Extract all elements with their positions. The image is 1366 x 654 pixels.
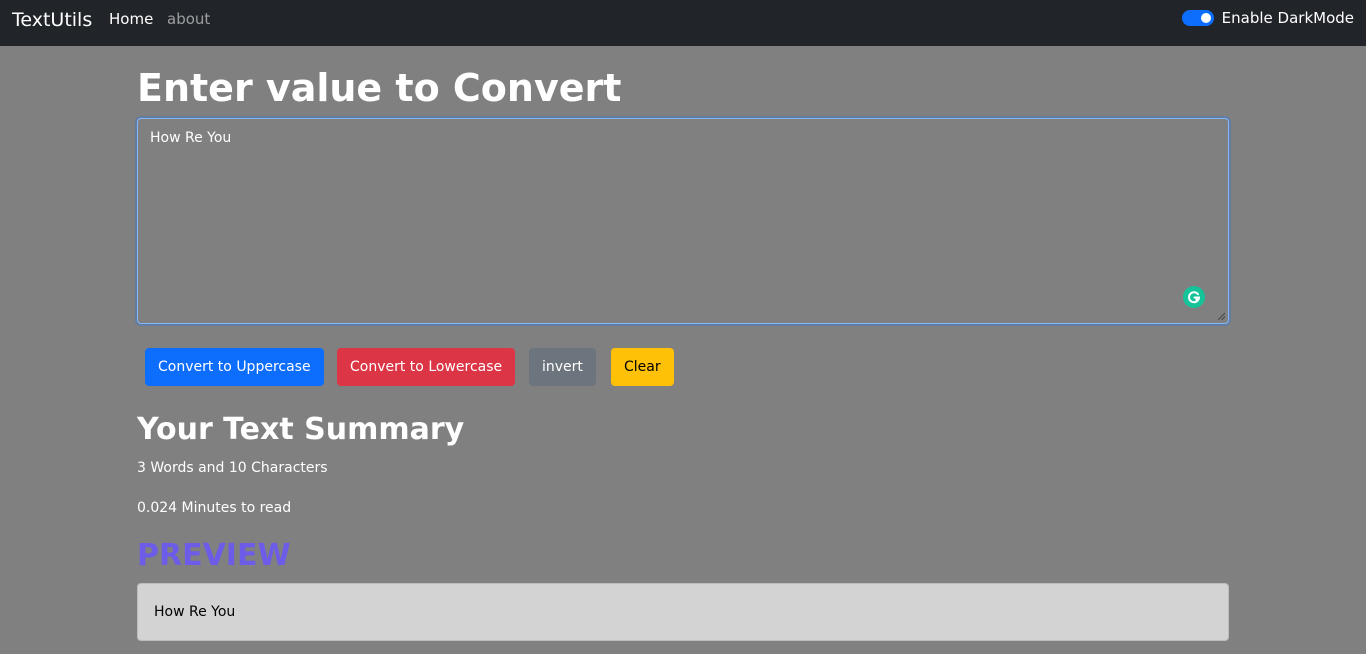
invert-button[interactable]: invert bbox=[529, 348, 596, 386]
convert-lowercase-button[interactable]: Convert to Lowercase bbox=[337, 348, 516, 386]
read-time: 0.024 Minutes to read bbox=[137, 500, 292, 516]
resize-handle-icon[interactable] bbox=[1217, 312, 1225, 320]
brand-logo[interactable]: TextUtils bbox=[12, 8, 92, 32]
navbar: TextUtils Home about Enable DarkMode bbox=[0, 0, 1366, 46]
grammarly-g-glyph bbox=[1188, 291, 1201, 304]
page-title: Enter value to Convert bbox=[137, 66, 622, 110]
darkmode-switch[interactable] bbox=[1181, 10, 1214, 26]
preview-title: PREVIEW bbox=[137, 538, 291, 573]
summary-title: Your Text Summary bbox=[137, 412, 465, 447]
preview-box: How Re You bbox=[137, 583, 1229, 641]
word-char-count: 3 Words and 10 Characters bbox=[137, 460, 328, 476]
nav-link-about[interactable]: about bbox=[167, 10, 210, 28]
text-input[interactable]: How Re You bbox=[137, 118, 1229, 324]
grammarly-icon[interactable] bbox=[1183, 286, 1205, 308]
clear-button[interactable]: Clear bbox=[611, 348, 674, 386]
preview-text: How Re You bbox=[154, 604, 236, 620]
nav-link-home[interactable]: Home bbox=[109, 10, 153, 28]
darkmode-label[interactable]: Enable DarkMode bbox=[1222, 9, 1354, 27]
darkmode-toggle-group: Enable DarkMode bbox=[1181, 8, 1354, 28]
convert-uppercase-button[interactable]: Convert to Uppercase bbox=[145, 348, 324, 386]
